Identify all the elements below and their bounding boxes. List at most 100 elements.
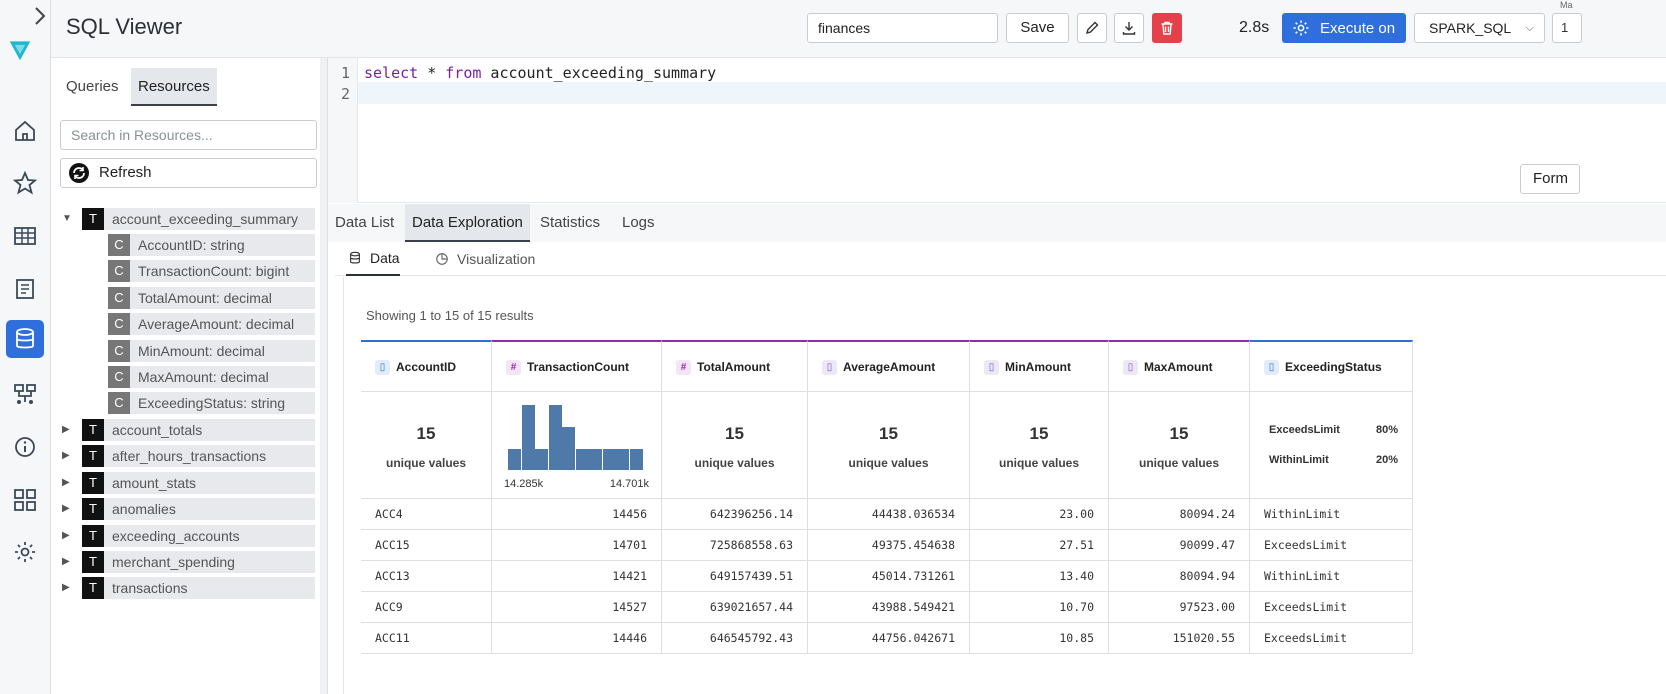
table-cell[interactable]: 43988.549421 bbox=[808, 592, 970, 623]
histogram-bar[interactable] bbox=[535, 449, 548, 470]
caret-right-icon[interactable]: ▶ bbox=[62, 498, 76, 520]
tab-resources[interactable]: Resources bbox=[131, 68, 217, 106]
workflow-icon[interactable] bbox=[6, 375, 44, 413]
tree-table[interactable]: ▶ Tmerchant_spending bbox=[62, 551, 315, 573]
table-cell[interactable]: 97523.00 bbox=[1109, 592, 1250, 623]
tree-column[interactable]: C ExceedingStatus: string bbox=[108, 392, 315, 414]
column-header[interactable]: ▯ MinAmount bbox=[970, 340, 1109, 392]
table-cell[interactable]: 49375.454638 bbox=[808, 530, 970, 561]
table-cell[interactable]: 10.70 bbox=[970, 592, 1109, 623]
table-cell[interactable]: 90099.47 bbox=[1109, 530, 1250, 561]
histogram-bar[interactable] bbox=[562, 427, 575, 470]
table-cell[interactable]: 725868558.63 bbox=[662, 530, 808, 561]
table-cell[interactable]: ExceedsLimit bbox=[1250, 623, 1413, 654]
caret-right-icon[interactable]: ▶ bbox=[62, 419, 76, 441]
table-cell[interactable]: 80094.94 bbox=[1109, 561, 1250, 592]
histogram-bar[interactable] bbox=[589, 449, 602, 470]
query-name-input[interactable]: finances bbox=[807, 13, 998, 43]
table-cell[interactable]: ACC9 bbox=[361, 592, 492, 623]
engine-select[interactable]: SPARK_SQL ⌵ bbox=[1414, 13, 1545, 43]
home-icon[interactable] bbox=[6, 112, 44, 150]
tab-data-list[interactable]: Data List bbox=[328, 204, 401, 242]
info-icon[interactable] bbox=[6, 428, 44, 466]
tree-column[interactable]: C MaxAmount: decimal bbox=[108, 366, 315, 388]
table-cell[interactable]: ACC13 bbox=[361, 561, 492, 592]
tab-data-exploration[interactable]: Data Exploration bbox=[405, 204, 530, 242]
table-cell[interactable]: 23.00 bbox=[970, 499, 1109, 530]
tree-table[interactable]: ▶ Taccount_totals bbox=[62, 419, 315, 441]
table-cell[interactable]: 14456 bbox=[492, 499, 662, 530]
tree-table-expanded[interactable]: ▼ T account_exceeding_summary bbox=[62, 208, 315, 230]
caret-down-icon[interactable]: ▼ bbox=[62, 208, 76, 230]
tree-column[interactable]: C TransactionCount: bigint bbox=[108, 260, 315, 282]
edit-pencil-button[interactable] bbox=[1077, 13, 1107, 43]
resources-search-input[interactable]: Search in Resources... bbox=[60, 120, 317, 150]
caret-right-icon[interactable]: ▶ bbox=[62, 445, 76, 467]
expand-sidebar-icon[interactable] bbox=[28, 4, 46, 26]
table-cell[interactable]: 45014.731261 bbox=[808, 561, 970, 592]
sql-editor[interactable]: 1 2 select * from account_exceeding_summ… bbox=[328, 58, 1666, 203]
table-cell[interactable]: 14527 bbox=[492, 592, 662, 623]
histogram-bar[interactable] bbox=[508, 449, 521, 470]
histogram-bar[interactable] bbox=[616, 449, 629, 470]
format-button[interactable]: Form bbox=[1520, 164, 1580, 194]
table-cell[interactable]: 44756.042671 bbox=[808, 623, 970, 654]
table-cell[interactable]: 27.51 bbox=[970, 530, 1109, 561]
table-cell[interactable]: ExceedsLimit bbox=[1250, 592, 1413, 623]
table-icon[interactable] bbox=[6, 217, 44, 255]
table-cell[interactable]: 10.85 bbox=[970, 623, 1109, 654]
table-cell[interactable]: 639021657.44 bbox=[662, 592, 808, 623]
tab-logs[interactable]: Logs bbox=[615, 204, 662, 242]
delete-button[interactable] bbox=[1152, 13, 1182, 43]
caret-right-icon[interactable]: ▶ bbox=[62, 525, 76, 547]
column-header[interactable]: ▯ AverageAmount bbox=[808, 340, 970, 392]
table-cell[interactable]: ACC15 bbox=[361, 530, 492, 561]
table-cell[interactable]: WithinLimit bbox=[1250, 499, 1413, 530]
tree-column[interactable]: C AccountID: string bbox=[108, 234, 315, 256]
histogram-bar[interactable] bbox=[521, 405, 535, 470]
column-header[interactable]: ▯ MaxAmount bbox=[1109, 340, 1250, 392]
column-header[interactable]: # TotalAmount bbox=[662, 340, 808, 392]
save-button[interactable]: Save bbox=[1006, 13, 1069, 43]
download-button[interactable] bbox=[1114, 13, 1144, 43]
caret-right-icon[interactable]: ▶ bbox=[62, 472, 76, 494]
tree-column[interactable]: C AverageAmount: decimal bbox=[108, 313, 315, 335]
histogram-bar[interactable] bbox=[548, 405, 562, 470]
table-cell[interactable]: ACC4 bbox=[361, 499, 492, 530]
column-header[interactable]: ▯ AccountID bbox=[361, 340, 492, 392]
table-cell[interactable]: 14446 bbox=[492, 623, 662, 654]
header-cut-control[interactable]: 1 bbox=[1552, 13, 1582, 43]
table-cell[interactable]: 80094.24 bbox=[1109, 499, 1250, 530]
caret-right-icon[interactable]: ▶ bbox=[62, 551, 76, 573]
histogram-bar[interactable] bbox=[575, 449, 589, 470]
star-icon[interactable] bbox=[6, 164, 44, 202]
table-cell[interactable]: 646545792.43 bbox=[662, 623, 808, 654]
refresh-button[interactable]: Refresh bbox=[60, 158, 317, 188]
grid-apps-icon[interactable] bbox=[6, 481, 44, 519]
tab-queries[interactable]: Queries bbox=[59, 68, 126, 106]
subtab-visualization[interactable]: Visualization bbox=[435, 242, 535, 276]
tree-table[interactable]: ▶ Ttransactions bbox=[62, 577, 315, 599]
tree-table[interactable]: ▶ Tafter_hours_transactions bbox=[62, 445, 315, 467]
tree-table[interactable]: ▶ Tanomalies bbox=[62, 498, 315, 520]
tab-statistics[interactable]: Statistics bbox=[533, 204, 607, 242]
tree-column[interactable]: C TotalAmount: decimal bbox=[108, 287, 315, 309]
table-cell[interactable]: 642396256.14 bbox=[662, 499, 808, 530]
execute-button[interactable]: Execute on bbox=[1282, 13, 1406, 43]
document-icon[interactable] bbox=[6, 270, 44, 308]
table-cell[interactable]: 14701 bbox=[492, 530, 662, 561]
subtab-data[interactable]: Data bbox=[346, 242, 400, 276]
table-cell[interactable]: ACC11 bbox=[361, 623, 492, 654]
settings-gear-icon[interactable] bbox=[6, 533, 44, 571]
column-header[interactable]: # TransactionCount bbox=[492, 340, 662, 392]
table-cell[interactable]: 151020.55 bbox=[1109, 623, 1250, 654]
table-cell[interactable]: ExceedsLimit bbox=[1250, 530, 1413, 561]
tree-column[interactable]: C MinAmount: decimal bbox=[108, 340, 315, 362]
column-header[interactable]: ▯ ExceedingStatus bbox=[1250, 340, 1413, 392]
tree-table[interactable]: ▶ Texceeding_accounts bbox=[62, 525, 315, 547]
histogram-bar[interactable] bbox=[602, 449, 616, 470]
table-cell[interactable]: 44438.036534 bbox=[808, 499, 970, 530]
histogram-bar[interactable] bbox=[629, 449, 643, 470]
table-cell[interactable]: WithinLimit bbox=[1250, 561, 1413, 592]
panel-resize-handle[interactable] bbox=[320, 58, 328, 694]
